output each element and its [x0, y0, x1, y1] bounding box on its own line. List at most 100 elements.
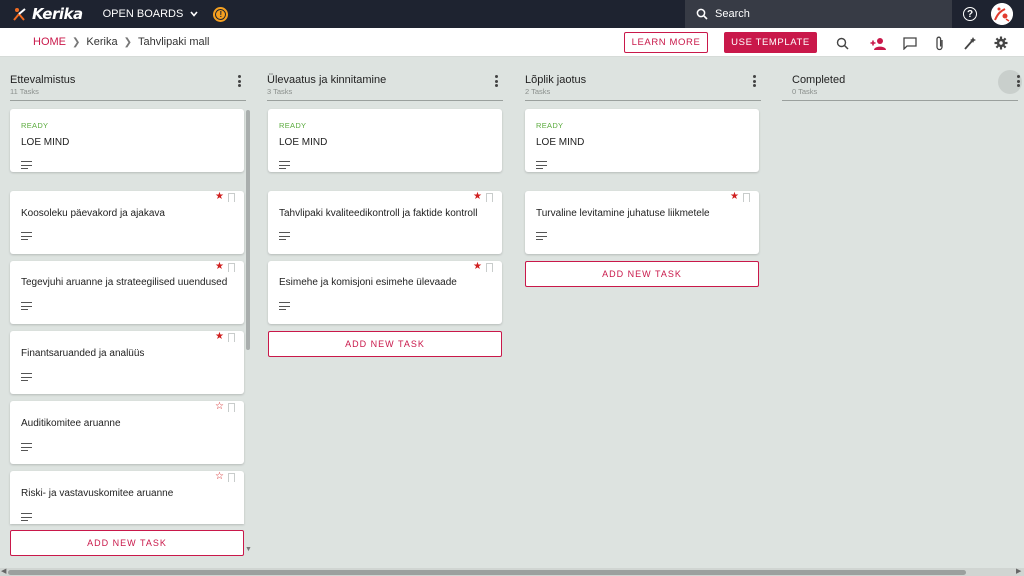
bookmark-icon[interactable]	[228, 263, 235, 272]
star-filled-icon[interactable]: ★	[215, 262, 224, 272]
star-outline-icon[interactable]: ☆	[215, 402, 224, 412]
task-card[interactable]: READY LOE MIND	[10, 109, 244, 172]
bookmark-icon[interactable]	[228, 193, 235, 202]
chevron-right-icon: ❯	[123, 36, 132, 48]
task-title: Tahvlipaki kvaliteedikontroll ja faktide…	[279, 208, 478, 219]
breadcrumb-home[interactable]: HOME	[33, 36, 66, 48]
status-label: READY	[21, 121, 49, 130]
task-title: Tegevjuhi aruanne ja strateegilised uuen…	[21, 277, 228, 288]
user-avatar[interactable]	[991, 3, 1013, 25]
add-person-icon[interactable]	[870, 35, 886, 51]
chat-icon[interactable]	[902, 35, 918, 51]
bookmark-icon[interactable]	[228, 473, 235, 482]
open-boards-menu[interactable]: OPEN BOARDS	[103, 8, 200, 20]
task-title: Auditikomitee aruanne	[21, 418, 121, 429]
task-title: Finantsaruanded ja analüüs	[21, 348, 145, 359]
column-task-count: 11 Tasks	[10, 87, 39, 96]
chevron-right-icon: ❯	[72, 36, 81, 48]
scroll-down-arrow-icon[interactable]: ▼	[245, 546, 252, 553]
column-scrollbar[interactable]	[246, 110, 250, 350]
task-card[interactable]: ★ Esimehe ja komisjoni esimehe ülevaade	[268, 261, 502, 324]
learn-more-button[interactable]: LEARN MORE	[624, 32, 708, 53]
column-title[interactable]: Lõplik jaotus	[525, 74, 761, 86]
description-icon	[279, 232, 290, 240]
bookmark-icon[interactable]	[743, 193, 750, 202]
description-icon	[536, 232, 547, 240]
column-completed: Completed 0 Tasks	[782, 57, 1020, 101]
add-new-task-button[interactable]: ADD NEW TASK	[268, 331, 502, 357]
search-icon	[696, 8, 708, 20]
scroll-left-arrow-icon[interactable]: ◀	[1, 567, 6, 575]
task-card[interactable]: ★ Tahvlipaki kvaliteedikontroll ja fakti…	[268, 191, 502, 254]
more-vert-icon[interactable]	[491, 74, 501, 88]
description-icon	[21, 232, 32, 240]
task-title: Esimehe ja komisjoni esimehe ülevaade	[279, 277, 457, 288]
bookmark-icon[interactable]	[228, 403, 235, 412]
task-card[interactable]: ☆ Auditikomitee aruanne	[10, 401, 244, 464]
task-card[interactable]: ★ Finantsaruanded ja analüüs	[10, 331, 244, 394]
bookmark-icon[interactable]	[486, 193, 493, 202]
task-card[interactable]: ★ Turvaline levitamine juhatuse liikmete…	[525, 191, 759, 254]
task-title: LOE MIND	[536, 137, 585, 148]
breadcrumb: HOME ❯ Kerika ❯ Tahvlipaki mall	[33, 36, 210, 48]
task-title: LOE MIND	[21, 137, 70, 148]
horizontal-scrollbar-thumb[interactable]	[8, 570, 966, 575]
status-label: READY	[279, 121, 307, 130]
task-card[interactable]: ★ Tegevjuhi aruanne ja strateegilised uu…	[10, 261, 244, 324]
open-boards-label: OPEN BOARDS	[102, 8, 184, 20]
help-circle-icon[interactable]: ?	[963, 7, 977, 21]
column-header: Ülevaatus ja kinnitamine 3 Tasks	[267, 57, 503, 101]
bookmark-icon[interactable]	[486, 263, 493, 272]
column-title[interactable]: Completed	[792, 74, 1018, 86]
kerika-logo-icon	[13, 8, 26, 21]
more-vert-icon[interactable]	[749, 74, 759, 88]
task-title: Turvaline levitamine juhatuse liikmetele	[536, 208, 710, 219]
description-icon	[21, 302, 32, 310]
star-filled-icon[interactable]: ★	[215, 192, 224, 202]
search-icon[interactable]	[834, 35, 850, 51]
task-card[interactable]: READY LOE MIND	[525, 109, 759, 172]
more-vert-icon[interactable]	[1013, 74, 1023, 88]
column-title[interactable]: Ettevalmistus	[10, 74, 246, 86]
use-template-button[interactable]: USE TEMPLATE	[724, 32, 817, 53]
add-new-task-button[interactable]: ADD NEW TASK	[525, 261, 759, 287]
chevron-down-icon	[190, 11, 198, 17]
bookmark-icon[interactable]	[228, 333, 235, 342]
settings-icon[interactable]	[993, 35, 1009, 51]
task-card[interactable]: ★ Koosoleku päevakord ja ajakava	[10, 191, 244, 254]
magic-wand-icon[interactable]	[962, 35, 978, 51]
description-icon	[21, 513, 32, 521]
column-header: Lõplik jaotus 2 Tasks	[525, 57, 761, 101]
column-header: Ettevalmistus 11 Tasks	[10, 57, 246, 101]
scroll-right-arrow-icon[interactable]: ▶	[1016, 567, 1021, 575]
column-task-count: 3 Tasks	[267, 87, 293, 96]
attachment-icon[interactable]	[932, 35, 948, 51]
kerika-logo[interactable]: Kerika	[12, 5, 83, 23]
star-outline-icon[interactable]: ☆	[215, 472, 224, 482]
description-icon	[21, 161, 32, 169]
task-title: Koosoleku päevakord ja ajakava	[21, 208, 165, 219]
star-filled-icon[interactable]: ★	[473, 192, 482, 202]
column-title[interactable]: Ülevaatus ja kinnitamine	[267, 74, 503, 86]
star-filled-icon[interactable]: ★	[215, 332, 224, 342]
search-placeholder: Search	[715, 8, 750, 20]
breadcrumb-account[interactable]: Kerika	[86, 36, 117, 48]
column-task-count: 0 Tasks	[792, 87, 818, 96]
search-field[interactable]: Search	[685, 0, 952, 28]
task-card[interactable]: ☆ Riski- ja vastavuskomitee aruanne	[10, 471, 244, 524]
column-loplik-jaotus: Lõplik jaotus 2 Tasks	[525, 57, 761, 101]
status-label: READY	[536, 121, 564, 130]
description-icon	[536, 161, 547, 169]
breadcrumb-board: Tahvlipaki mall	[137, 36, 210, 48]
top-nav-bar: Kerika OPEN BOARDS ! Search ?	[0, 0, 1024, 28]
star-filled-icon[interactable]: ★	[730, 192, 739, 202]
add-new-task-button[interactable]: ADD NEW TASK	[10, 530, 244, 556]
notification-badge-icon[interactable]: !	[213, 6, 229, 22]
description-icon	[21, 373, 32, 381]
more-vert-icon[interactable]	[234, 74, 244, 88]
star-filled-icon[interactable]: ★	[473, 262, 482, 272]
avatar-image	[991, 3, 1013, 25]
task-card[interactable]: READY LOE MIND	[268, 109, 502, 172]
description-icon	[21, 443, 32, 451]
description-icon	[279, 302, 290, 310]
